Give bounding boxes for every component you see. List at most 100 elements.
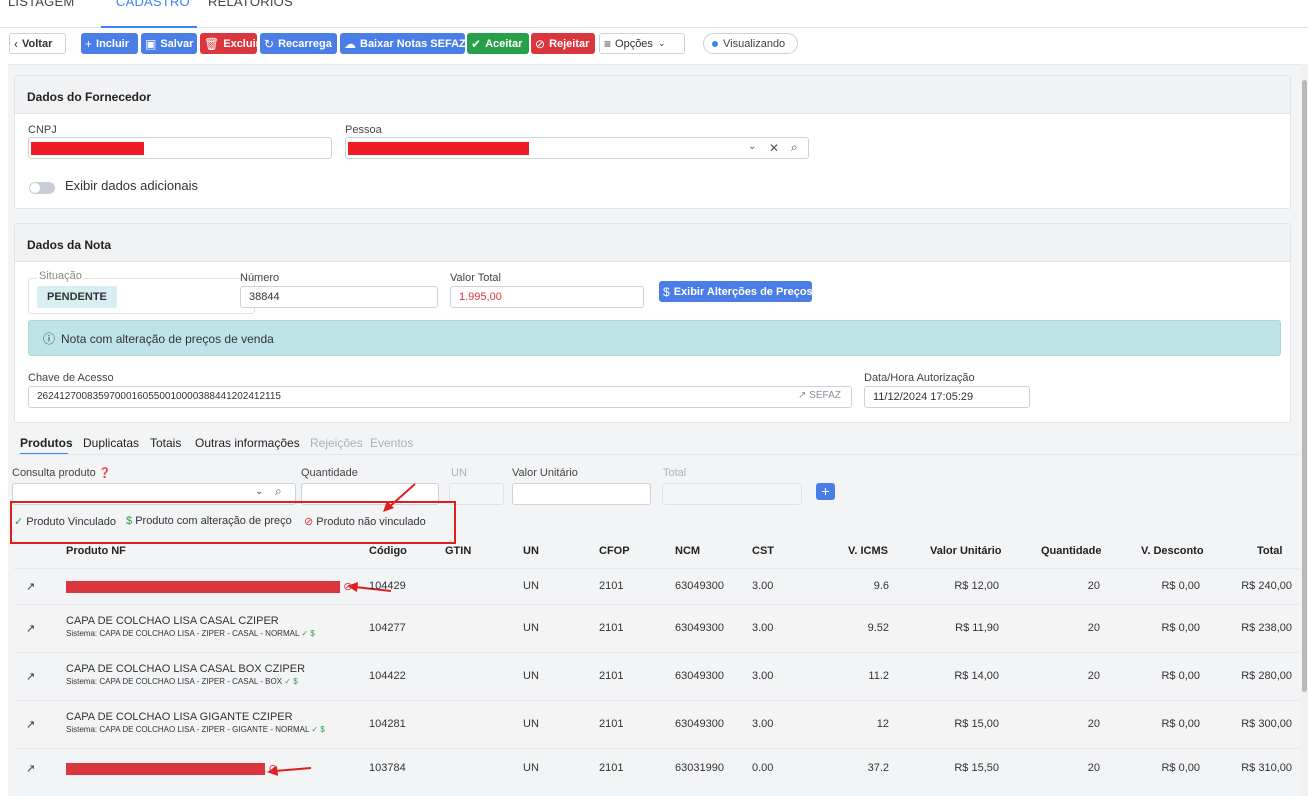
check-icon: ✓ [14,516,24,528]
price-change-alert: ⓘ Nota com alteração de preços de venda [28,320,1281,356]
dados-adicionais-toggle[interactable] [29,182,55,194]
product-name-cell[interactable]: CAPA DE COLCHAO LISA CASAL CZIPER Sistema… [66,615,315,638]
legend-nao-vinculado: ⊘ Produto não vinculado [304,516,426,528]
table-row[interactable]: ↗ CAPA DE COLCHAO ESTAMPADA SOLTEIRO CZIP… [14,568,1299,604]
open-product-icon[interactable]: ↗ [26,580,35,593]
col-desconto: V. Desconto [1141,545,1204,557]
product-name-cell[interactable]: CAPA DE COLCHAO ESTAMPADA SOLTEIRO CZIPE… [66,580,353,593]
tab-duplicatas[interactable]: Duplicatas [83,436,139,450]
col-cst: CST [752,545,774,557]
valor-unitario-label: Valor Unitário [512,467,578,479]
chave-field[interactable]: 2624127008359700016055001000038844120241… [28,386,852,408]
excluir-button[interactable]: 🗑 Excluir [200,33,260,54]
total-input [662,483,802,505]
plus-icon: + [85,36,93,51]
incluir-button[interactable]: + Incluir [81,33,138,54]
data-autorizacao-field[interactable]: 11/12/2024 17:05:29 [864,386,1030,408]
product-name-cell[interactable]: CAPA DE COLCHAO LISA GIGANTE CZIPER Siste… [66,711,325,734]
open-product-icon[interactable]: ↗ [26,762,35,775]
col-quantidade: Quantidade [1041,545,1102,557]
clear-icon[interactable]: ✕ [769,141,779,155]
search-icon[interactable]: ⌕ [791,140,798,155]
open-product-icon[interactable]: ↗ [26,718,35,731]
exibir-alteracoes-precos-button[interactable]: $ Exibir Alterções de Preços [659,281,813,302]
cell-vunit: R$ 15,00 [954,718,999,730]
col-cfop: CFOP [599,545,630,557]
cell-qtd: 20 [1087,718,1100,730]
tab-totais[interactable]: Totais [150,436,181,450]
product-name-cell[interactable]: MOSQ RENDA BELICHE CE ESPECIAL ⊘ [66,762,278,775]
voltar-button[interactable]: ‹ Voltar [9,33,66,54]
valor-total-label: Valor Total [450,272,501,284]
cell-desc: R$ 0,00 [1161,622,1200,634]
cell-desc: R$ 0,00 [1161,718,1200,730]
cell-vunit: R$ 15,50 [954,762,999,774]
search-icon[interactable]: ⌕ [275,484,282,499]
fornecedor-title: Dados do Fornecedor [15,76,1290,114]
add-product-button[interactable]: + [816,483,835,500]
linked-price-change-icon: ✓ $ [299,629,315,638]
quantidade-label: Quantidade [301,467,358,479]
numero-field[interactable]: 38844 [240,286,438,308]
col-ncm: NCM [675,545,701,557]
top-nav: LISTAGEM CADASTRO RELATÓRIOS [0,0,1308,28]
cell-codigo: 103784 [369,762,406,774]
tab-produtos[interactable]: Produtos [20,436,73,450]
valor-unitario-input[interactable] [512,483,651,505]
baixar-notas-sefaz-button[interactable]: ☁ Baixar Notas SEFAZ [340,33,466,54]
trash-icon: 🗑 [204,36,220,51]
valor-total-field[interactable]: 1.995,00 [450,286,644,308]
cell-vunit: R$ 11,90 [955,622,999,634]
chave-label: Chave de Acesso [28,372,114,384]
table-row[interactable]: ↗ CAPA DE COLCHAO LISA CASAL BOX CZIPER Si… [14,652,1299,700]
opcoes-dropdown[interactable]: ≡ Opções ⌄ [599,33,685,54]
cell-qtd: 20 [1087,762,1100,774]
annotation-arrow [383,483,416,512]
cell-ncm: 63049300 [675,718,724,730]
fornecedor-card: Dados do Fornecedor CNPJ Pessoa ⌄ ✕ ⌕ Ex… [14,75,1291,209]
cell-icms: 9.6 [873,580,889,592]
tab-cadastro[interactable]: CADASTRO [116,0,190,9]
situacao-badge: PENDENTE [37,286,117,308]
scrollbar[interactable] [1300,64,1308,796]
salvar-button[interactable]: ▣ Salvar [141,33,197,54]
product-name: CAPA DE COLCHAO ESTAMPADA SOLTEIRO CZIPE… [66,581,341,593]
scrollbar-thumb[interactable] [1302,80,1307,692]
data-autorizacao-label: Data/Hora Autorização [864,372,975,384]
ban-icon: ⊘ [304,516,314,528]
tab-rejeicoes: Rejeições [310,436,363,450]
table-row[interactable]: ↗ CAPA DE COLCHAO LISA GIGANTE CZIPER Sist… [14,700,1299,748]
cell-cst: 3.00 [752,580,774,592]
cell-cfop: 2101 [599,670,624,682]
chevron-down-icon[interactable]: ⌄ [255,486,263,497]
nota-card: Dados da Nota Situação PENDENTE Número 3… [14,223,1291,423]
ban-icon: ⊘ [535,36,546,51]
chevron-down-icon[interactable]: ⌄ [748,141,756,152]
tab-outras-informacoes[interactable]: Outras informações [195,436,300,450]
cell-icms: 11.2 [868,670,889,682]
tab-relatorios[interactable]: RELATÓRIOS [208,0,293,9]
table-row[interactable]: ↗ MOSQ RENDA BELICHE CE ESPECIAL ⊘ 103784 U… [14,748,1299,788]
cell-codigo: 104281 [369,718,406,730]
toggle-label: Exibir dados adicionais [65,178,198,193]
cell-un: UN [523,670,539,682]
aceitar-button[interactable]: ✔ Aceitar [467,33,529,54]
cloud-download-icon: ☁ [344,36,356,51]
dollar-icon: $ [663,284,670,299]
consulta-produto-label: Consulta produto ❓ [12,467,112,479]
rejeitar-button[interactable]: ⊘ Rejeitar [531,33,595,54]
open-product-icon[interactable]: ↗ [26,622,35,635]
cell-un: UN [523,580,539,592]
cell-ncm: 63049300 [675,622,724,634]
cell-un: UN [523,622,539,634]
product-name: CAPA DE COLCHAO LISA CASAL BOX CZIPER [66,663,306,675]
table-row[interactable]: ↗ CAPA DE COLCHAO LISA CASAL CZIPER Sistem… [14,604,1299,652]
open-product-icon[interactable]: ↗ [26,670,35,683]
ban-icon: ⊘ [340,581,353,593]
product-name-cell[interactable]: CAPA DE COLCHAO LISA CASAL BOX CZIPER Sis… [66,663,305,686]
tab-listagem[interactable]: LISTAGEM [8,0,74,9]
sefaz-link[interactable]: ↗ SEFAZ [798,390,841,401]
menu-icon: ≡ [604,36,612,51]
recarrega-button[interactable]: ↻ Recarrega [260,33,337,54]
system-product-name: Sistema: CAPA DE COLCHAO LISA - ZIPER - … [66,725,310,734]
